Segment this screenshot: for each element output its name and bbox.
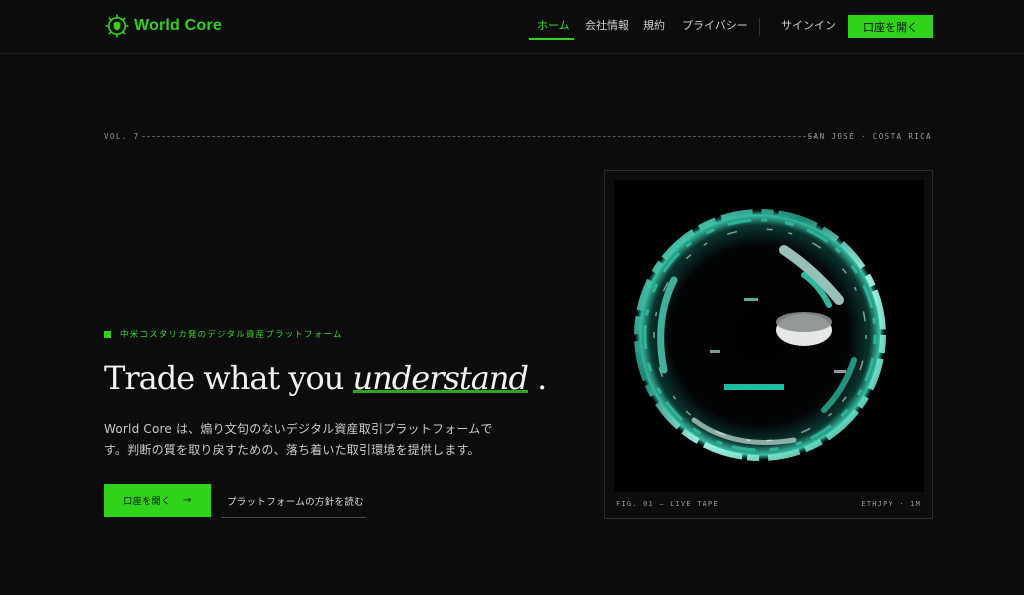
headline-period: . [537, 359, 547, 397]
open-account-button[interactable]: 口座を開く [848, 15, 933, 38]
eyebrow-text: 中米コスタリカ発のデジタル資産プラットフォーム [120, 330, 343, 340]
hero-headline: Trade what you understand . [104, 359, 547, 397]
dashed-divider [142, 136, 816, 137]
site-header: World Core ホーム 会社情報 規約 プライバシー サインイン 口座を開… [0, 0, 1024, 54]
headline-lead: Trade what you [104, 359, 344, 397]
square-bullet-icon [104, 330, 111, 338]
cta-primary-label: 口座を開く [123, 497, 171, 507]
read-policy-link[interactable]: プラットフォームの方針を読む [221, 484, 366, 518]
headline-emphasis: understand [352, 359, 529, 397]
nav-item-terms[interactable]: 規約 [643, 19, 665, 33]
nav-item-home[interactable]: ホーム [537, 19, 570, 33]
volume-label: VOL. 7 [104, 132, 140, 141]
iridescent-bubble-image [614, 180, 924, 492]
open-account-cta-button[interactable]: 口座を開く → [104, 484, 211, 517]
signin-link[interactable]: サインイン [781, 19, 836, 33]
hero-eyebrow: 中米コスタリカ発のデジタル資産プラットフォーム [104, 328, 343, 340]
live-tape-figure: FIG. 01 — LIVE TAPE ETHJPY · 1M [604, 170, 933, 519]
brand-name: World Core [134, 17, 222, 34]
nav-item-company[interactable]: 会社情報 [585, 19, 629, 33]
nav-item-privacy[interactable]: プライバシー [682, 19, 748, 33]
ticker-pair-label: ETHJPY · 1M [861, 500, 921, 508]
hero-description: World Core は、煽り文句のないデジタル資産取引プラットフォームです。判… [104, 422, 493, 457]
figure-caption: FIG. 01 — LIVE TAPE [616, 500, 719, 508]
nav-divider [759, 18, 760, 36]
location-label: SAN JOSÉ · COSTA RICA [807, 132, 932, 141]
arrow-right-icon: → [182, 495, 192, 506]
nav-active-indicator [529, 38, 574, 40]
gear-shield-icon [105, 14, 129, 38]
brand-logo[interactable]: World Core [104, 12, 222, 40]
